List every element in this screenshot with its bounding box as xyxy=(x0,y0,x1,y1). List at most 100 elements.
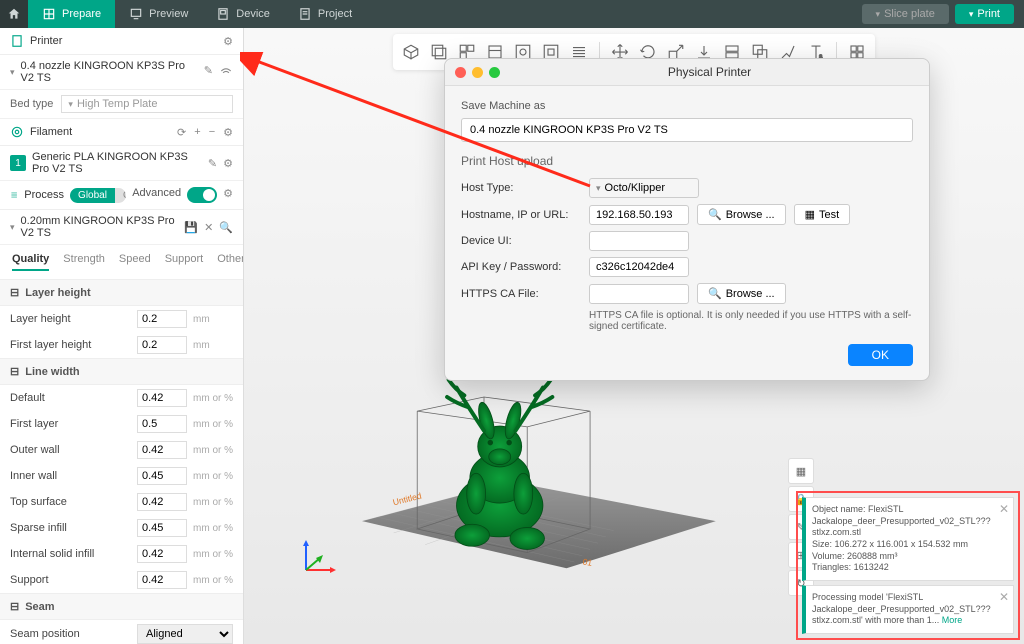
https-ca-label: HTTPS CA File: xyxy=(461,288,581,300)
preview-icon xyxy=(129,7,143,21)
unit: mm or % xyxy=(193,575,233,586)
top-surface-input[interactable] xyxy=(137,493,187,511)
first-layer-lw-input[interactable] xyxy=(137,415,187,433)
bed-type-select[interactable]: ▾High Temp Plate xyxy=(61,95,233,113)
window-controls[interactable] xyxy=(455,67,500,78)
device-ui-input[interactable] xyxy=(589,231,689,251)
tab-device[interactable]: Device xyxy=(202,0,284,28)
param-label: Layer height xyxy=(10,313,131,325)
host-type-select[interactable]: ▾Octo/Klipper xyxy=(589,178,699,198)
printer-icon xyxy=(10,34,24,48)
group-line-width[interactable]: ⊟Line width xyxy=(0,358,243,385)
internal-solid-input[interactable] xyxy=(137,545,187,563)
chevron-down-icon: ▾ xyxy=(10,67,15,78)
api-key-input[interactable] xyxy=(589,257,689,277)
test-button[interactable]: ▦Test xyxy=(794,204,851,225)
model-label: Untitled xyxy=(392,491,423,508)
tab-label: Project xyxy=(318,8,352,20)
axis-gizmo xyxy=(298,538,338,578)
unit: mm or % xyxy=(193,445,233,456)
notif-line: Processing model 'FlexiSTL Jackalope_dee… xyxy=(812,592,991,625)
tab-quality[interactable]: Quality xyxy=(12,253,49,271)
notif-line: Triangles: 1613242 xyxy=(812,562,995,574)
gear-icon[interactable]: ⚙ xyxy=(223,157,233,170)
process-selected-label: 0.20mm KINGROON KP3S Pro V2 TS xyxy=(21,215,179,239)
wifi-icon[interactable] xyxy=(219,64,233,81)
seam-position-select[interactable]: Aligned xyxy=(137,624,233,644)
sparse-infill-input[interactable] xyxy=(137,519,187,537)
filament-index: 1 xyxy=(10,155,26,171)
machine-name-input[interactable] xyxy=(461,118,913,142)
close-icon[interactable]: ✕ xyxy=(999,590,1009,606)
tab-support[interactable]: Support xyxy=(165,253,204,271)
close-icon[interactable]: ✕ xyxy=(999,502,1009,518)
home-button[interactable] xyxy=(0,0,28,28)
tab-speed[interactable]: Speed xyxy=(119,253,151,271)
tab-strength[interactable]: Strength xyxy=(63,253,105,271)
ok-button[interactable]: OK xyxy=(848,344,913,366)
tab-preview[interactable]: Preview xyxy=(115,0,202,28)
search-icon[interactable]: 🔍 xyxy=(219,221,233,234)
save-icon[interactable]: 💾 xyxy=(184,221,198,234)
plus-icon[interactable]: + xyxy=(194,126,200,139)
https-ca-input[interactable] xyxy=(589,284,689,304)
printer-header: Printer ⚙ xyxy=(0,28,243,55)
notif-line: Size: 106.272 x 116.001 x 154.532 mm xyxy=(812,539,995,551)
layer-height-input[interactable] xyxy=(137,310,187,328)
gear-icon[interactable]: ⚙ xyxy=(223,35,233,48)
collapse-icon: ⊟ xyxy=(10,600,19,613)
group-layer-height[interactable]: ⊟Layer height xyxy=(0,279,243,306)
hostname-input[interactable] xyxy=(589,205,689,225)
advanced-label: Advanced xyxy=(132,187,181,203)
test-icon: ▦ xyxy=(805,208,815,221)
edit-icon[interactable]: ✎ xyxy=(204,64,213,81)
filament-selector[interactable]: 1 Generic PLA KINGROON KP3S Pro V2 TS ✎ … xyxy=(0,146,243,181)
tab-others[interactable]: Others xyxy=(217,253,244,271)
tab-label: Device xyxy=(236,8,270,20)
device-ui-label: Device UI: xyxy=(461,235,581,247)
outer-wall-input[interactable] xyxy=(137,441,187,459)
add-cube-icon[interactable] xyxy=(399,40,423,64)
process-tabs: Quality Strength Speed Support Others xyxy=(0,245,243,279)
tab-prepare[interactable]: Prepare xyxy=(28,0,115,28)
browse-button[interactable]: 🔍Browse ... xyxy=(697,204,786,225)
param-label: Sparse infill xyxy=(10,522,131,534)
printer-selector[interactable]: ▾ 0.4 nozzle KINGROON KP3S Pro V2 TS ✎ xyxy=(0,55,243,90)
default-lw-input[interactable] xyxy=(137,389,187,407)
browse-ca-button[interactable]: 🔍Browse ... xyxy=(697,283,786,304)
support-lw-input[interactable] xyxy=(137,571,187,589)
sidebar: Printer ⚙ ▾ 0.4 nozzle KINGROON KP3S Pro… xyxy=(0,28,244,644)
plate-settings-icon[interactable]: ▦ xyxy=(788,458,814,484)
physical-printer-dialog: Physical Printer Save Machine as Print H… xyxy=(444,58,930,381)
home-icon xyxy=(7,7,21,21)
close-icon[interactable]: ✕ xyxy=(204,221,213,234)
minus-icon[interactable]: − xyxy=(209,126,215,139)
print-button[interactable]: ▾Print xyxy=(955,4,1014,24)
slice-plate-button[interactable]: ▾Slice plate xyxy=(862,4,949,24)
process-selector[interactable]: ▾ 0.20mm KINGROON KP3S Pro V2 TS 💾 ✕ 🔍 xyxy=(0,210,243,245)
dialog-title: Physical Printer xyxy=(500,65,919,79)
gear-icon[interactable]: ⚙ xyxy=(223,187,233,203)
search-icon: 🔍 xyxy=(708,287,722,300)
build-plate[interactable]: Untitled 01 xyxy=(294,364,784,584)
group-seam[interactable]: ⊟Seam xyxy=(0,593,243,620)
collapse-icon: ⊟ xyxy=(10,365,19,378)
more-link[interactable]: More xyxy=(942,615,963,625)
notif-line: Object name: FlexiSTL Jackalope_deer_Pre… xyxy=(812,504,995,539)
section-title: Process xyxy=(24,189,64,201)
edit-icon[interactable]: ✎ xyxy=(208,157,217,170)
inner-wall-input[interactable] xyxy=(137,467,187,485)
section-title: Filament xyxy=(30,126,72,138)
filament-header: Filament ⟳ + − ⚙ xyxy=(0,119,243,146)
tab-label: Prepare xyxy=(62,8,101,20)
notif-line: Volume: 260888 mm³ xyxy=(812,551,995,563)
bed-type-label: Bed type xyxy=(10,98,53,110)
sync-icon[interactable]: ⟳ xyxy=(177,126,186,139)
notifications-panel: ✕ Object name: FlexiSTL Jackalope_deer_P… xyxy=(796,491,1020,640)
advanced-toggle[interactable] xyxy=(187,187,217,203)
tab-project[interactable]: Project xyxy=(284,0,366,28)
first-layer-height-input[interactable] xyxy=(137,336,187,354)
global-objects-pill[interactable]: Global Objects xyxy=(70,188,126,203)
gear-icon[interactable]: ⚙ xyxy=(223,126,233,139)
param-label: Default xyxy=(10,392,131,404)
